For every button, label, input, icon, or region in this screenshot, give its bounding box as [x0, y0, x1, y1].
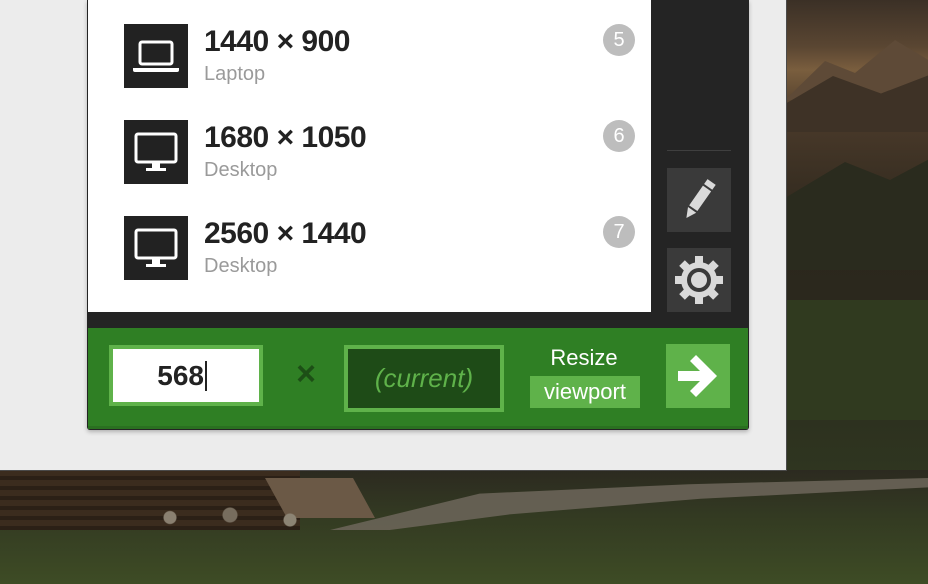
pencil-icon: [686, 179, 716, 219]
preset-device-type: Laptop: [204, 63, 266, 85]
desktop-monitor-icon: [124, 216, 188, 280]
preset-item-2560x1440[interactable]: 2560 × 1440 Desktop 7: [88, 216, 651, 296]
dimension-separator: ×: [296, 355, 316, 393]
preset-list: 1440 × 900 Laptop 5 1680 × 1050 Desktop …: [88, 0, 651, 312]
width-value: 568: [157, 360, 204, 391]
settings-button[interactable]: [667, 248, 731, 312]
preset-device-type: Desktop: [204, 255, 278, 277]
preset-item-1440x900[interactable]: 1440 × 900 Laptop 5: [88, 24, 651, 104]
preset-device-type: Desktop: [204, 159, 278, 181]
preset-resolution: 2560 × 1440: [204, 217, 367, 250]
wallpaper-stones: [130, 505, 330, 530]
edit-presets-button[interactable]: [667, 168, 731, 232]
arrow-right-icon: [678, 355, 717, 397]
height-input[interactable]: (current): [344, 345, 504, 412]
wallpaper-hill: [785, 300, 928, 420]
desktop-monitor-icon: [124, 120, 188, 184]
preset-resolution: 1680 × 1050: [204, 121, 367, 154]
gear-icon: [675, 256, 723, 304]
laptop-icon: [124, 24, 188, 88]
preset-resolution: 1440 × 900: [204, 25, 350, 58]
preset-item-1680x1050[interactable]: 1680 × 1050 Desktop 6: [88, 120, 651, 200]
sidebar-divider: [667, 150, 731, 151]
viewport-toggle[interactable]: viewport: [530, 376, 640, 408]
resize-label: Resize: [550, 345, 618, 370]
text-caret: [205, 360, 207, 391]
width-input[interactable]: 568: [109, 345, 263, 406]
footer-top-strip: [91, 312, 745, 328]
shortcut-badge: 6: [603, 120, 635, 152]
shortcut-badge: 5: [603, 24, 635, 56]
resize-footer: 568 × (current) Resize viewport: [88, 328, 748, 429]
resize-go-button[interactable]: [666, 344, 730, 408]
shortcut-badge: 7: [603, 216, 635, 248]
viewport-resizer-popup: 1440 × 900 Laptop 5 1680 × 1050 Desktop …: [87, 0, 749, 430]
